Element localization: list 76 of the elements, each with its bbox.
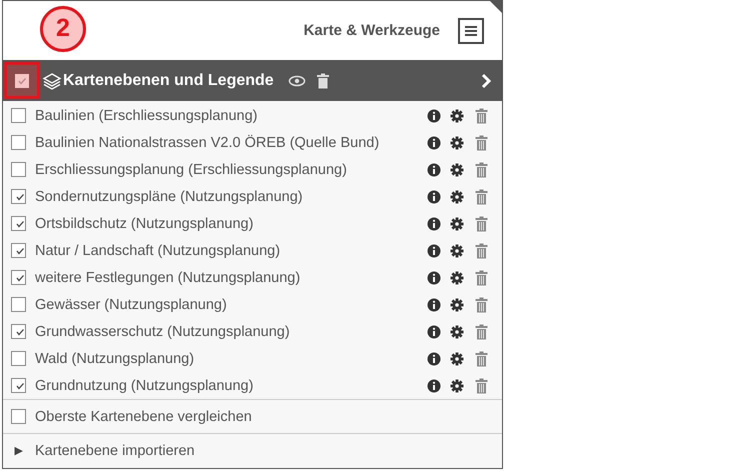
checkbox[interactable] — [11, 409, 26, 424]
gear-icon[interactable] — [450, 162, 464, 176]
checkbox[interactable] — [11, 189, 26, 204]
checkmark-icon — [17, 76, 27, 86]
info-icon[interactable] — [427, 216, 441, 230]
trash-icon[interactable] — [475, 378, 488, 394]
layer-bar-title: Kartenebenen und Legende — [63, 72, 274, 90]
checkbox[interactable] — [11, 378, 26, 393]
compare-label: Oberste Kartenebene vergleichen — [35, 408, 252, 424]
trash-icon[interactable] — [475, 324, 488, 340]
trash-icon[interactable] — [475, 188, 488, 204]
layer-name: Grundnutzung (Nutzungsplanung) — [35, 378, 254, 394]
layers-icon — [42, 72, 62, 90]
trash-icon[interactable] — [475, 108, 488, 124]
info-icon[interactable] — [427, 244, 441, 258]
info-icon[interactable] — [427, 108, 441, 122]
checkbox[interactable] — [11, 297, 26, 312]
chevron-right-icon[interactable] — [480, 72, 492, 88]
info-icon[interactable] — [427, 352, 441, 366]
trash-icon[interactable] — [316, 72, 330, 88]
gear-icon[interactable] — [450, 378, 464, 392]
trash-icon[interactable] — [475, 134, 488, 150]
layer-name: Gewässer (Nutzungsplanung) — [35, 296, 227, 312]
info-icon[interactable] — [427, 298, 441, 312]
checkbox[interactable] — [11, 270, 26, 285]
menu-icon — [463, 24, 479, 38]
layer-name: Baulinien (Erschliessungsplanung) — [35, 108, 258, 124]
trash-icon[interactable] — [475, 242, 488, 258]
checkmark-icon — [15, 326, 25, 336]
layer-name: weitere Festlegungen (Nutzungsplanung) — [35, 270, 300, 286]
trash-icon[interactable] — [475, 270, 488, 286]
checkmark-icon — [15, 272, 25, 282]
layer-name: Natur / Landschaft (Nutzungsplanung) — [35, 242, 280, 258]
gear-icon[interactable] — [450, 136, 464, 150]
eye-icon[interactable] — [288, 74, 306, 86]
checkmark-icon — [15, 246, 25, 256]
expand-arrow[interactable]: ▶ — [11, 444, 26, 457]
checkmark-icon — [15, 192, 25, 202]
panel-title: Karte & Werkzeuge — [304, 22, 440, 39]
checkbox[interactable] — [11, 108, 26, 123]
info-icon[interactable] — [427, 136, 441, 150]
trash-icon[interactable] — [475, 216, 488, 232]
info-icon[interactable] — [427, 270, 441, 284]
checkbox[interactable] — [15, 74, 29, 88]
layer-name: Baulinien Nationalstrassen V2.0 ÖREB (Quelle Bund) — [35, 134, 380, 150]
trash-icon[interactable] — [475, 350, 488, 366]
layer-name: Wald (Nutzungsplanung) — [35, 350, 194, 366]
trash-icon[interactable] — [475, 296, 488, 312]
layer-name: Sondernutzungspläne (Nutzungsplanung) — [35, 188, 303, 204]
checkbox[interactable] — [11, 324, 26, 339]
checkmark-icon — [15, 380, 25, 390]
gear-icon[interactable] — [450, 298, 464, 312]
info-icon[interactable] — [427, 378, 441, 392]
gear-icon[interactable] — [450, 108, 464, 122]
gear-icon[interactable] — [450, 216, 464, 230]
gear-icon[interactable] — [450, 270, 464, 284]
checkbox[interactable] — [11, 216, 26, 231]
step-number: 2 — [40, 6, 86, 52]
trash-icon[interactable] — [475, 162, 488, 178]
gear-icon[interactable] — [450, 324, 464, 338]
checkbox[interactable] — [11, 351, 26, 366]
info-icon[interactable] — [427, 190, 441, 204]
menu-button[interactable] — [458, 18, 484, 44]
import-link[interactable]: Kartenebene importieren — [35, 442, 195, 458]
layer-name: Grundwasserschutz (Nutzungsplanung) — [35, 324, 290, 340]
info-icon[interactable] — [427, 324, 441, 338]
info-icon[interactable] — [427, 162, 441, 176]
gear-icon[interactable] — [450, 190, 464, 204]
layer-name: Erschliessungsplanung (Erschliessungsplanung) — [35, 162, 347, 178]
checkbox[interactable] — [11, 135, 26, 150]
gear-icon[interactable] — [450, 244, 464, 258]
gear-icon[interactable] — [450, 352, 464, 366]
layer-name: Ortsbildschutz (Nutzungsplanung) — [35, 216, 254, 232]
checkbox[interactable] — [11, 162, 26, 177]
checkmark-icon — [15, 218, 25, 228]
checkbox[interactable] — [11, 243, 26, 258]
